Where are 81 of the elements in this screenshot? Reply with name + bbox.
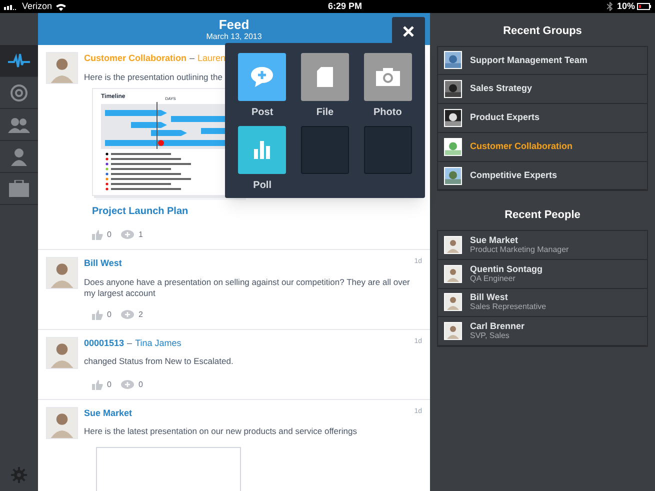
group-item[interactable]: Sales Strategy xyxy=(438,75,647,104)
option-label: Post xyxy=(251,106,274,120)
group-name: Product Experts xyxy=(470,111,540,124)
person-name: Carl Brenner xyxy=(470,321,525,332)
person-title: QA Engineer xyxy=(470,274,516,284)
comment-icon[interactable] xyxy=(121,380,134,390)
person-item[interactable]: Bill West Sales Representative xyxy=(438,288,647,318)
group-name: Competitive Experts xyxy=(470,168,558,182)
group-item[interactable]: Customer Collaboration xyxy=(438,132,647,162)
group-item[interactable]: Support Management Team xyxy=(438,46,647,76)
avatar xyxy=(46,406,78,438)
person-item[interactable]: Carl Brenner SVP, Sales xyxy=(438,317,647,346)
group-name: Sales Strategy xyxy=(470,82,532,96)
group-item[interactable]: Product Experts xyxy=(438,104,647,133)
comment-icon[interactable] xyxy=(121,230,134,240)
post-subject[interactable]: 00001513 xyxy=(84,336,124,350)
battery-icon xyxy=(637,3,651,10)
person-title: Sales Representative xyxy=(470,302,546,312)
settings-icon[interactable] xyxy=(11,467,27,483)
group-item[interactable]: Competitive Experts xyxy=(438,162,647,190)
composer-option[interactable] xyxy=(238,126,286,174)
users-icon xyxy=(8,116,30,132)
group-name: Support Management Team xyxy=(470,54,588,67)
option-label: Poll xyxy=(253,178,272,192)
comment-icon[interactable] xyxy=(121,310,134,320)
briefcase-icon xyxy=(9,180,29,197)
carrier-name: Verizon xyxy=(22,0,52,13)
comment-count: 0 xyxy=(138,378,143,390)
person-item[interactable]: Sue Market Product Marketing Manager xyxy=(438,230,647,260)
option-label: Photo xyxy=(374,106,402,120)
feed-date: March 13, 2013 xyxy=(206,32,262,42)
separator: – xyxy=(127,336,132,350)
avatar xyxy=(444,293,462,312)
post-body: Here is the latest presentation on our new products and service offerings xyxy=(84,426,358,437)
wifi-icon xyxy=(56,2,66,10)
bluetooth-icon xyxy=(606,2,613,11)
like-count: 0 xyxy=(107,378,112,390)
like-count: 0 xyxy=(107,308,112,320)
avatar xyxy=(444,322,462,340)
thumbs-up-icon[interactable] xyxy=(92,380,103,390)
post-author[interactable]: Sue Market xyxy=(84,406,132,420)
clock: 6:29 PM xyxy=(328,0,362,13)
person-title: SVP, Sales xyxy=(470,331,510,342)
person-name: Bill West xyxy=(470,292,509,302)
person-title: Product Marketing Manager xyxy=(470,244,569,255)
close-button[interactable] xyxy=(392,17,425,45)
bar-chart-icon xyxy=(254,140,270,158)
person-item[interactable]: Quentin Sontagg QA Engineer xyxy=(438,260,647,289)
feed-title: Feed xyxy=(218,16,250,32)
person-name: Sue Market xyxy=(470,234,520,245)
avatar xyxy=(444,264,462,283)
avatar xyxy=(46,52,78,84)
thumbs-up-icon[interactable] xyxy=(92,230,103,240)
section-heading: Recent People xyxy=(504,208,582,224)
comment-count: 2 xyxy=(138,308,143,320)
section-heading: Recent Groups xyxy=(502,24,583,39)
camera-icon xyxy=(376,68,400,86)
option-label: File xyxy=(316,106,334,120)
post-body: Here is the presentation outlining the xyxy=(84,72,222,82)
avatar xyxy=(444,236,462,254)
post-body: changed Status from New to Escalated. xyxy=(84,356,234,367)
post-author[interactable]: Tina James xyxy=(135,336,182,350)
person-name: Quentin Sontagg xyxy=(470,264,542,274)
group-name: Customer Collaboration xyxy=(470,140,573,154)
close-icon xyxy=(403,26,414,36)
post-body: Does anyone have a presentation on selling against our competition? They are all over my largest account xyxy=(84,276,411,298)
comment-count: 1 xyxy=(138,229,143,241)
nav-tab[interactable] xyxy=(0,45,38,77)
avatar xyxy=(46,257,78,289)
user-icon xyxy=(10,148,28,166)
attachment-link[interactable]: Project Launch Plan xyxy=(92,204,422,219)
document-icon xyxy=(316,67,333,87)
separator: – xyxy=(190,52,195,65)
avatar xyxy=(46,336,78,368)
thumbs-up-icon[interactable] xyxy=(92,310,103,320)
battery-percent: 10% xyxy=(616,0,635,13)
like-count: 0 xyxy=(107,229,112,241)
pulse-icon xyxy=(8,52,30,68)
post-author[interactable]: Bill West xyxy=(84,257,122,270)
document-thumbnail[interactable] xyxy=(96,446,241,491)
speech-bubble-plus-icon xyxy=(250,66,274,88)
